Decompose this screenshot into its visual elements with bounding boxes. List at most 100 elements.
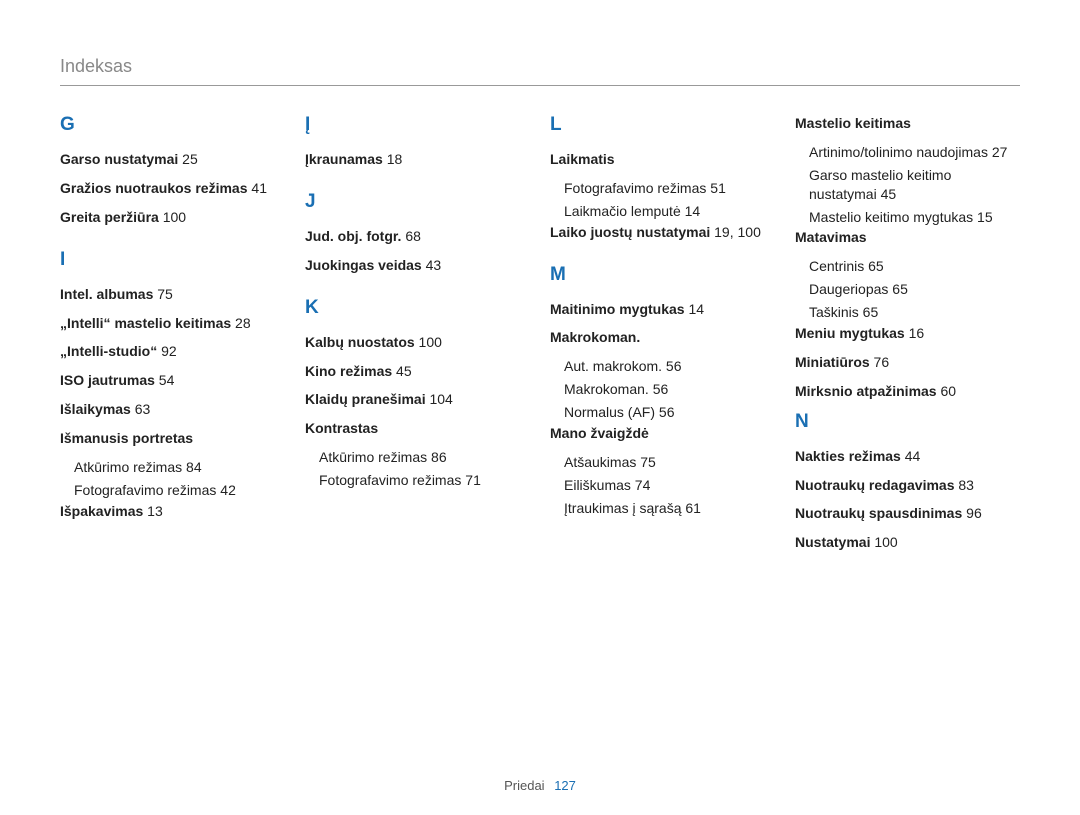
entry-page: 45 (392, 363, 411, 379)
index-subentry[interactable]: Aut. makrokom. 56 (550, 357, 775, 376)
subentry-page: 65 (888, 281, 907, 297)
subentry-term: Daugeriopas (809, 281, 888, 297)
index-subentry[interactable]: Normalus (AF) 56 (550, 403, 775, 422)
subentry-page: 61 (681, 500, 700, 516)
entry-term: „Intelli“ mastelio keitimas (60, 315, 231, 331)
entry-term: Mirksnio atpažinimas (795, 383, 937, 399)
index-entry[interactable]: Nakties režimas 44 (795, 447, 1020, 466)
page-header: Indeksas (60, 56, 1020, 86)
column-4: Mastelio keitimas Artinimo/tolinimo naudo… (795, 114, 1020, 562)
subentry-page: 86 (427, 449, 446, 465)
subentry-term: Atšaukimas (564, 454, 636, 470)
entry-term: Nakties režimas (795, 448, 901, 464)
index-subentry[interactable]: Centrinis 65 (795, 257, 1020, 276)
index-subentry[interactable]: Makrokoman. 56 (550, 380, 775, 399)
index-entry[interactable]: „Intelli“ mastelio keitimas 28 (60, 314, 285, 333)
index-entry[interactable]: Kino režimas 45 (305, 362, 530, 381)
column-3: L Laikmatis Fotografavimo režimas 51 Laikma… (550, 114, 775, 562)
entry-term: Juokingas veidas (305, 257, 422, 273)
subentry-term: Makrokoman. (564, 381, 649, 397)
entry-page: 60 (937, 383, 956, 399)
index-entry[interactable]: Kontrastas (305, 419, 530, 438)
index-entry[interactable]: Išpakavimas 13 (60, 502, 285, 521)
entry-term: Kalbų nuostatos (305, 334, 415, 350)
index-entry[interactable]: Nuotraukų redagavimas 83 (795, 476, 1020, 495)
index-entry[interactable]: Išlaikymas 63 (60, 400, 285, 419)
subentry-page: 42 (216, 482, 235, 498)
entry-term: Gražios nuotraukos režimas (60, 180, 248, 196)
entry-page: 41 (248, 180, 267, 196)
entry-page: 100 (870, 534, 897, 550)
index-entry[interactable]: Intel. albumas 75 (60, 285, 285, 304)
index-entry[interactable]: Laiko juostų nustatymai 19, 100 (550, 223, 775, 242)
index-entry[interactable]: ISO jautrumas 54 (60, 371, 285, 390)
index-subentry[interactable]: Taškinis 65 (795, 303, 1020, 322)
entry-term: Mano žvaigždė (550, 425, 649, 441)
subentry-term: Centrinis (809, 258, 864, 274)
subentry-page: 14 (681, 203, 700, 219)
index-letter: L (550, 114, 775, 136)
index-letter: I (60, 249, 285, 271)
entry-page: 44 (901, 448, 920, 464)
index-letter: M (550, 264, 775, 286)
entry-page: 19, 100 (710, 224, 761, 240)
index-subentry[interactable]: Eiliškumas 74 (550, 476, 775, 495)
index-entry[interactable]: Juokingas veidas 43 (305, 256, 530, 275)
index-entry[interactable]: Matavimas (795, 228, 1020, 247)
index-entry[interactable]: Nustatymai 100 (795, 533, 1020, 552)
index-entry[interactable]: Mastelio keitimas (795, 114, 1020, 133)
entry-term: Jud. obj. fotgr. (305, 228, 401, 244)
index-entry[interactable]: „Intelli-studio“ 92 (60, 342, 285, 361)
index-subentry[interactable]: Daugeriopas 65 (795, 280, 1020, 299)
index-subentry[interactable]: Garso mastelio keitimo nustatymai 45 (795, 166, 1020, 204)
index-subentry[interactable]: Laikmačio lemputė 14 (550, 202, 775, 221)
subentry-page: 75 (636, 454, 655, 470)
index-entry[interactable]: Mano žvaigždė (550, 424, 775, 443)
entry-term: Garso nustatymai (60, 151, 178, 167)
entry-term: Laiko juostų nustatymai (550, 224, 710, 240)
entry-term: Nustatymai (795, 534, 870, 550)
index-entry[interactable]: Kalbų nuostatos 100 (305, 333, 530, 352)
index-subentry[interactable]: Fotografavimo režimas 51 (550, 179, 775, 198)
index-subentry[interactable]: Įtraukimas į sąrašą 61 (550, 499, 775, 518)
index-entry[interactable]: Įkraunamas 18 (305, 150, 530, 169)
entry-term: Nuotraukų redagavimas (795, 477, 955, 493)
index-entry[interactable]: Meniu mygtukas 16 (795, 324, 1020, 343)
index-entry[interactable]: Nuotraukų spausdinimas 96 (795, 504, 1020, 523)
entry-page: 68 (401, 228, 420, 244)
index-entry[interactable]: Klaidų pranešimai 104 (305, 390, 530, 409)
index-subentry[interactable]: Fotografavimo režimas 42 (60, 481, 285, 500)
index-entry[interactable]: Maitinimo mygtukas 14 (550, 300, 775, 319)
subentry-term: Taškinis (809, 304, 859, 320)
entry-page: 18 (383, 151, 402, 167)
entry-term: Įkraunamas (305, 151, 383, 167)
index-letter: N (795, 411, 1020, 433)
entry-page: 43 (422, 257, 441, 273)
index-subentry[interactable]: Fotografavimo režimas 71 (305, 471, 530, 490)
index-entry[interactable]: Miniatiūros 76 (795, 353, 1020, 372)
index-entry[interactable]: Greita peržiūra 100 (60, 208, 285, 227)
page-footer: Priedai 127 (0, 778, 1080, 793)
subentry-term: Įtraukimas į sąrašą (564, 500, 681, 516)
index-subentry[interactable]: Artinimo/tolinimo naudojimas 27 (795, 143, 1020, 162)
entry-page: 25 (178, 151, 197, 167)
index-entry[interactable]: Gražios nuotraukos režimas 41 (60, 179, 285, 198)
index-entry[interactable]: Išmanusis portretas (60, 429, 285, 448)
subentry-page: 65 (859, 304, 878, 320)
index-subentry[interactable]: Atkūrimo režimas 86 (305, 448, 530, 467)
index-entry[interactable]: Mirksnio atpažinimas 60 (795, 382, 1020, 401)
index-subentry[interactable]: Atšaukimas 75 (550, 453, 775, 472)
index-entry[interactable]: Jud. obj. fotgr. 68 (305, 227, 530, 246)
entry-term: Meniu mygtukas (795, 325, 905, 341)
subentry-term: Normalus (AF) (564, 404, 655, 420)
subentry-page: 15 (973, 209, 992, 225)
entry-page: 96 (962, 505, 981, 521)
index-entry[interactable]: Garso nustatymai 25 (60, 150, 285, 169)
index-entry[interactable]: Makrokoman. (550, 328, 775, 347)
entry-term: Miniatiūros (795, 354, 870, 370)
index-entry[interactable]: Laikmatis (550, 150, 775, 169)
subentry-term: Artinimo/tolinimo naudojimas (809, 144, 988, 160)
index-subentry[interactable]: Atkūrimo režimas 84 (60, 458, 285, 477)
index-subentry[interactable]: Mastelio keitimo mygtukas 15 (795, 208, 1020, 227)
entry-page: 54 (155, 372, 174, 388)
